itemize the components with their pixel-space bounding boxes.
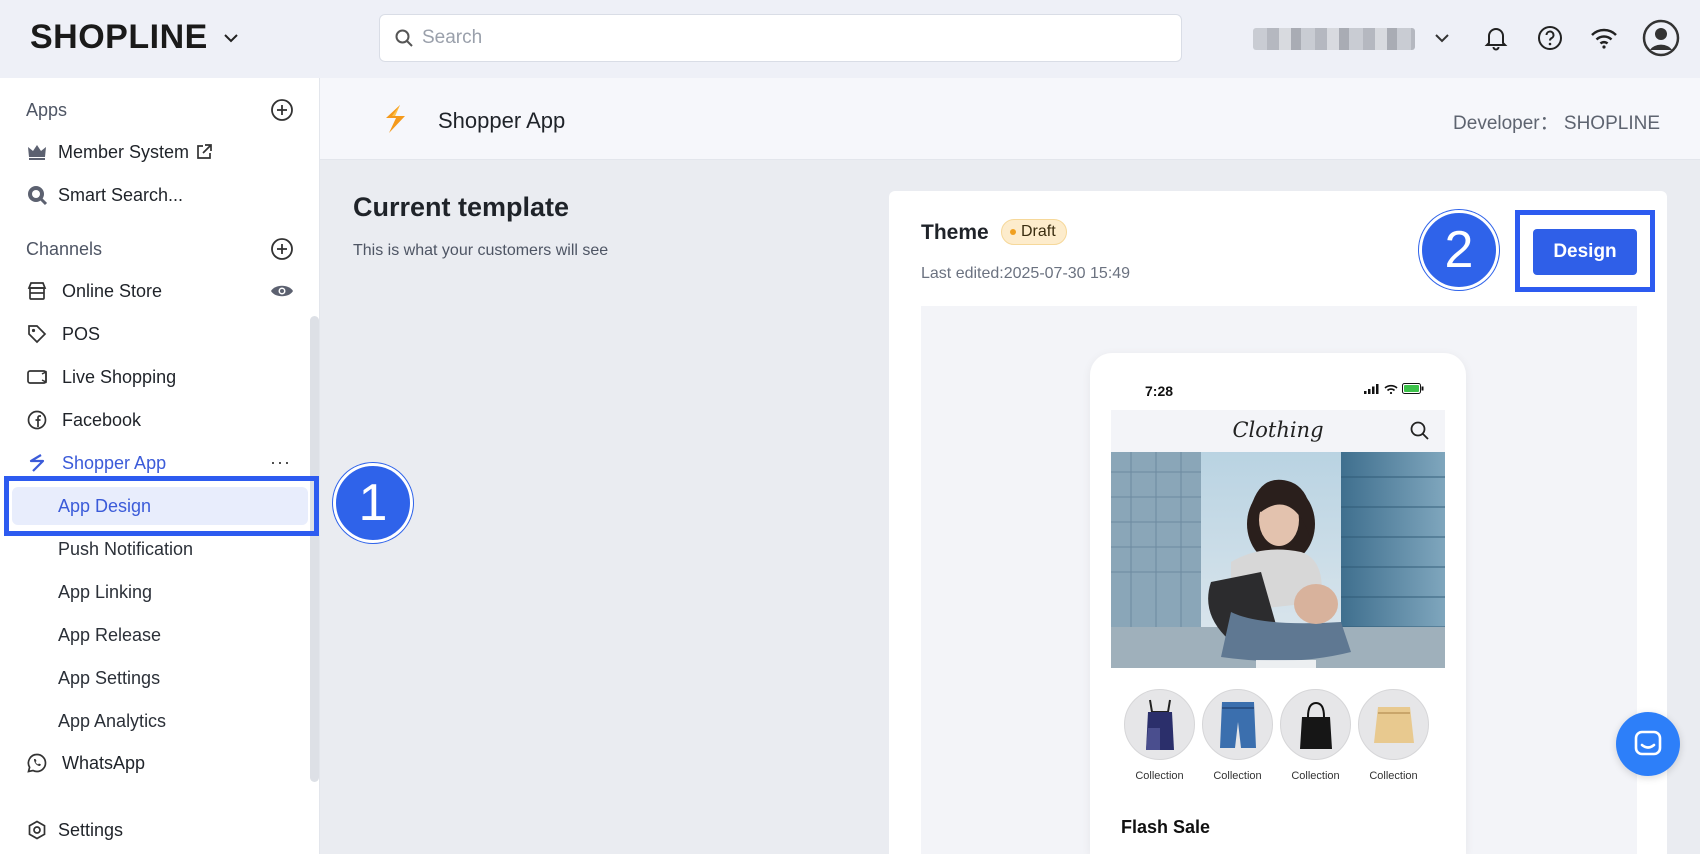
wifi-icon[interactable] xyxy=(1588,22,1620,54)
sidebar-item-whatsapp[interactable]: WhatsApp xyxy=(26,745,145,781)
sidebar-item-online-store[interactable]: Online Store xyxy=(26,273,162,309)
collection-item: Collection xyxy=(1358,689,1429,782)
sidebar-item-push-notification[interactable]: Push Notification xyxy=(58,534,193,564)
avatar-icon[interactable] xyxy=(1642,19,1680,57)
collection-row: Collection Collection Collection Collect… xyxy=(1124,689,1429,782)
chevron-down-icon xyxy=(224,33,238,42)
collection-image-bag xyxy=(1280,689,1351,760)
shopper-app-icon xyxy=(26,452,48,474)
chat-icon xyxy=(1634,730,1662,756)
battery-icon xyxy=(1402,383,1424,394)
app-title: Shopper App xyxy=(438,108,566,133)
sidebar-item-label: Smart Search... xyxy=(58,184,184,205)
add-app-plus-icon[interactable] xyxy=(270,98,294,122)
flash-sale-title: Flash Sale xyxy=(1121,817,1211,837)
collection-image-skirt xyxy=(1358,689,1429,760)
sidebar-item-app-analytics[interactable]: App Analytics xyxy=(58,706,166,736)
sidebar-item-smart-search[interactable]: Smart Search... xyxy=(26,177,183,213)
collection-label: Collection xyxy=(1135,770,1184,782)
search-input[interactable] xyxy=(422,27,1142,49)
phone-wifi-icon xyxy=(1384,384,1398,394)
step-1-highlight xyxy=(4,476,319,536)
app-header: Shopper App Developer： SHOPLINE xyxy=(320,78,1700,160)
status-dot xyxy=(1010,229,1016,235)
page-title: Current template xyxy=(353,192,570,222)
signal-icon xyxy=(1364,383,1379,394)
theme-label: Theme xyxy=(921,221,989,244)
tag-icon xyxy=(26,323,48,345)
collection-image-shorts xyxy=(1202,689,1273,760)
bell-icon[interactable] xyxy=(1480,22,1512,54)
phone-search-icon xyxy=(1410,421,1429,440)
shopper-app-logo-icon xyxy=(386,105,405,133)
phone-navbar: Clothing xyxy=(1111,410,1445,452)
chat-support-button[interactable] xyxy=(1616,712,1680,776)
search-icon xyxy=(395,29,413,47)
sidebar-item-label: Online Store xyxy=(62,280,163,301)
add-channel-plus-icon[interactable] xyxy=(270,237,294,261)
sidebar-section-apps: Apps xyxy=(26,100,68,120)
sidebar-item-app-linking[interactable]: App Linking xyxy=(58,577,152,607)
facebook-icon xyxy=(26,409,48,431)
step-1-badge: 1 xyxy=(333,463,413,543)
collection-label: Collection xyxy=(1369,770,1418,782)
search-app-icon xyxy=(26,184,48,206)
external-link-icon xyxy=(197,144,212,159)
sidebar-item-label: Live Shopping xyxy=(62,366,177,387)
eye-icon[interactable] xyxy=(270,282,294,300)
sidebar-item-label: Settings xyxy=(58,819,124,840)
sidebar-item-label: Shopper App xyxy=(62,452,167,473)
phone-brand-logo: Clothing xyxy=(1232,418,1324,442)
phone-hero-banner-image xyxy=(1111,452,1445,668)
phone-preview: 7:28 Clothing Collection Collection Coll… xyxy=(1090,353,1466,854)
status-badge: Draft xyxy=(1001,219,1067,245)
store-switcher[interactable]: SHOPLINE xyxy=(30,18,240,57)
collection-label: Collection xyxy=(1213,770,1262,782)
store-icon xyxy=(26,280,48,302)
search-bar[interactable] xyxy=(379,14,1182,62)
settings-icon xyxy=(26,819,48,841)
sidebar-item-label: WhatsApp xyxy=(62,752,146,773)
video-icon xyxy=(26,366,48,388)
sidebar-section-channels: Channels xyxy=(26,239,103,259)
sidebar-item-settings[interactable]: Settings xyxy=(26,812,123,848)
collection-label: Collection xyxy=(1291,770,1340,782)
whatsapp-icon xyxy=(26,752,48,774)
top-bar: SHOPLINE xyxy=(0,0,1700,78)
crown-icon xyxy=(26,141,48,163)
developer-label: Developer： SHOPLINE xyxy=(1453,113,1660,134)
sidebar-item-label: Facebook xyxy=(62,409,142,430)
phone-time: 7:28 xyxy=(1145,383,1174,399)
sidebar-item-pos[interactable]: POS xyxy=(26,316,100,352)
phone-status-icons xyxy=(1364,383,1424,394)
last-edited-timestamp: Last edited:2025-07-30 15:49 xyxy=(921,265,1131,282)
collection-item: Collection xyxy=(1124,689,1195,782)
help-icon[interactable] xyxy=(1534,22,1566,54)
sidebar-item-live-shopping[interactable]: Live Shopping xyxy=(26,359,176,395)
step-2-highlight xyxy=(1515,210,1655,292)
sidebar-item-label: Member System xyxy=(58,141,190,162)
collection-item: Collection xyxy=(1202,689,1273,782)
sidebar-item-facebook[interactable]: Facebook xyxy=(26,402,141,438)
status-badge-label: Draft xyxy=(1021,223,1056,240)
page-subtitle: This is what your customers will see xyxy=(353,242,609,259)
store-name-blurred[interactable] xyxy=(1253,28,1415,50)
sidebar-item-app-settings[interactable]: App Settings xyxy=(58,663,160,693)
shopline-logo: SHOPLINE xyxy=(30,18,208,56)
sidebar-item-app-release[interactable]: App Release xyxy=(58,620,161,650)
sidebar-scrollbar[interactable] xyxy=(310,316,319,782)
collection-image-top xyxy=(1124,689,1195,760)
step-2-badge: 2 xyxy=(1419,210,1499,290)
sidebar-item-member-system[interactable]: Member System xyxy=(26,134,213,170)
collection-item: Collection xyxy=(1280,689,1351,782)
store-dropdown-chevron-icon[interactable] xyxy=(1426,22,1458,54)
more-options-icon[interactable]: ··· xyxy=(270,452,291,473)
sidebar-item-label: POS xyxy=(62,323,101,344)
